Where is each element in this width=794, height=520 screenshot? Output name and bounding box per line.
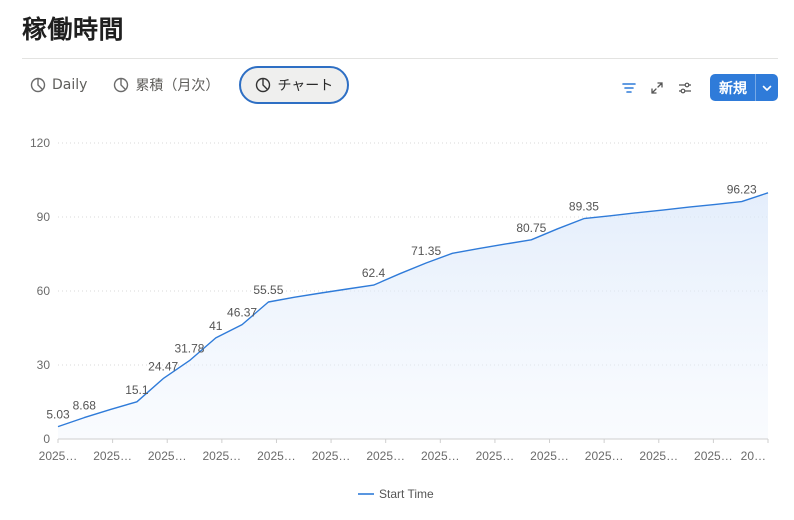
line-chart: 0 30 60 90 120 2025… 2025… 2025… 2025… 2025… 2025…… [30,136,769,501]
x-tick-label: 2025… [476,449,515,463]
x-tick-label: 2025… [585,449,624,463]
pie-chart-icon [114,77,129,93]
x-tick-label: 2025… [257,449,296,463]
expand-icon[interactable] [650,81,664,95]
data-label: 46.37 [227,306,257,320]
y-tick-label: 0 [43,432,50,446]
series-area [58,192,768,439]
new-button: 新規 [710,74,778,101]
tab-chart[interactable]: チャート [239,66,350,104]
tab-label: チャート [277,78,334,94]
toolbar: 新規 [622,74,778,101]
x-tick-label: 2025… [93,449,132,463]
new-button-label[interactable]: 新規 [710,74,755,101]
data-label: 24.47 [148,360,178,374]
new-button-dropdown[interactable] [756,74,778,101]
data-label: 71.35 [411,244,441,258]
page-title: 稼働時間 [22,15,125,44]
view-tabs: Daily 累積（月次） チャート [22,66,359,104]
data-label: 80.75 [516,221,546,235]
tab-label: 累積（月次） [135,78,220,94]
x-tick-label: 2025… [148,449,187,463]
data-label: 31.78 [174,342,204,356]
x-tick-label: 2025… [312,449,351,463]
x-tick-label: 2025… [639,449,678,463]
y-tick-label: 90 [37,210,51,224]
tab-monthly-cumulative[interactable]: 累積（月次） [105,66,227,104]
data-label: 41 [209,319,223,333]
x-tick-label: 2025… [39,449,78,463]
y-tick-label: 60 [37,284,51,298]
title-divider [22,58,778,59]
data-label: 55.55 [253,283,283,297]
x-tick-label: 2025… [530,449,569,463]
chart-area: 0 30 60 90 120 2025… 2025… 2025… 2025… 2025… 2025…… [0,120,794,520]
x-tick-label: 2025… [694,449,733,463]
x-tick-label: 2025… [366,449,405,463]
y-tick-label: 30 [37,358,51,372]
x-tick-label: 20… [741,449,766,463]
data-label: 15.1 [125,383,149,397]
data-label: 62.4 [362,266,386,280]
data-label: 5.03 [46,408,70,422]
data-label: 89.35 [569,200,599,214]
x-tick-label: 2025… [202,449,241,463]
tab-daily[interactable]: Daily [22,66,95,104]
data-label: 96.23 [727,183,757,197]
filter-icon[interactable] [622,81,636,95]
data-label: 8.68 [73,399,97,413]
tab-label: Daily [52,77,88,93]
x-tick-label: 2025… [421,449,460,463]
pie-chart-icon [30,77,46,93]
chevron-down-icon [762,85,772,91]
legend-label: Start Time [379,487,434,501]
pie-chart-icon [256,77,271,93]
y-tick-label: 120 [30,136,50,150]
settings-sliders-icon[interactable] [678,81,692,95]
